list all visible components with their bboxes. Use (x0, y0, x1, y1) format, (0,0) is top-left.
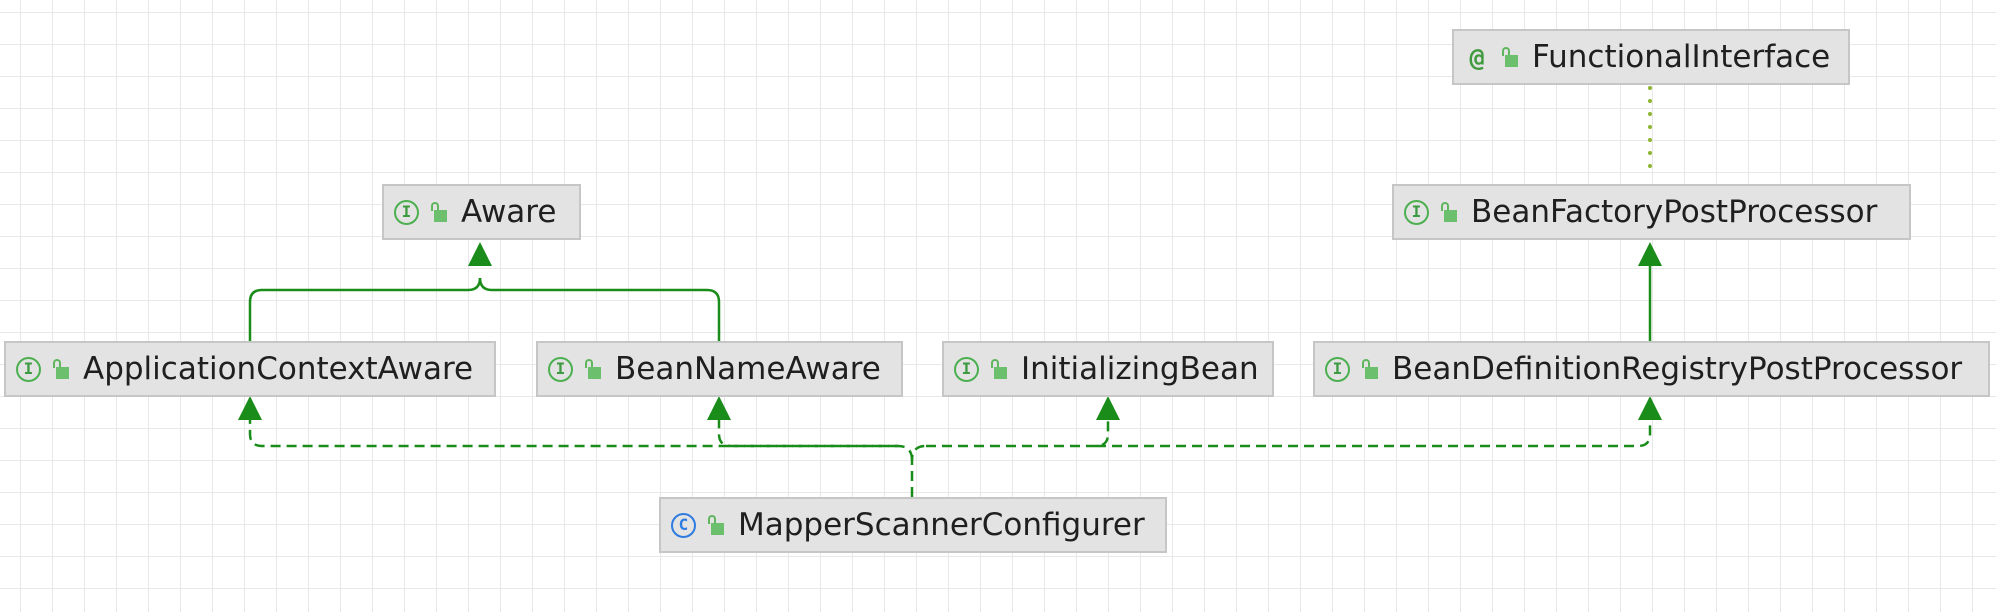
node-label: ApplicationContextAware (83, 351, 474, 387)
edge-bean-name-aware-to-aware (478, 277, 721, 341)
class-icon: C (671, 512, 696, 538)
interface-icon: I (1325, 356, 1350, 382)
lock-open-icon (1362, 358, 1378, 380)
node-bean-factory-post-processor[interactable]: I BeanFactoryPostProcessor (1392, 184, 1911, 240)
edge-msc-to-bdrpp (1096, 420, 1652, 448)
interface-icon: I (1404, 199, 1429, 225)
lock-open-icon (585, 358, 601, 380)
lock-open-icon (53, 358, 69, 380)
node-label: BeanDefinitionRegistryPostProcessor (1392, 351, 1963, 387)
node-application-context-aware[interactable]: I ApplicationContextAware (4, 341, 496, 397)
edge-msc-to-bean-name-aware (717, 420, 899, 448)
node-label: FunctionalInterface (1532, 39, 1831, 75)
edge-msc-to-application-context-aware (248, 420, 914, 461)
node-label: InitializingBean (1021, 351, 1259, 387)
lock-open-icon (991, 358, 1007, 380)
node-label: BeanNameAware (615, 351, 881, 387)
arrowhead-bean-factory-post-processor (1638, 242, 1662, 266)
node-aware[interactable]: I Aware (382, 184, 581, 240)
edge-msc-to-trunk (910, 444, 927, 497)
node-bean-definition-registry-post-processor[interactable]: I BeanDefinitionRegistryPostProcessor (1313, 341, 1990, 397)
node-initializing-bean[interactable]: I InitializingBean (942, 341, 1274, 397)
interface-icon: I (548, 356, 573, 382)
lock-open-icon (708, 514, 724, 536)
arrowhead-initializing-bean (1096, 396, 1120, 420)
interface-icon: I (16, 356, 41, 382)
node-label: BeanFactoryPostProcessor (1471, 194, 1878, 230)
edges-implements (248, 420, 1652, 497)
arrowhead-bean-name-aware (707, 396, 731, 420)
interface-icon: I (954, 356, 979, 382)
node-bean-name-aware[interactable]: I BeanNameAware (536, 341, 903, 397)
lock-open-icon (1502, 46, 1518, 68)
interface-icon: I (394, 199, 419, 225)
node-functional-interface[interactable]: @ FunctionalInterface (1452, 29, 1850, 85)
edge-extends-aware (248, 277, 721, 341)
arrowhead-bdrpp (1638, 396, 1662, 420)
lock-open-icon (1441, 201, 1457, 223)
node-label: MapperScannerConfigurer (738, 507, 1145, 543)
arrowhead-application-context-aware (238, 396, 262, 420)
edge-application-context-aware-to-aware (248, 277, 482, 341)
node-label: Aware (461, 194, 557, 230)
node-mapper-scanner-configurer[interactable]: C MapperScannerConfigurer (659, 497, 1167, 553)
arrowhead-aware (468, 242, 492, 266)
annotation-icon: @ (1469, 42, 1485, 72)
edge-msc-to-initializing-bean (926, 420, 1110, 448)
lock-open-icon (431, 201, 447, 223)
